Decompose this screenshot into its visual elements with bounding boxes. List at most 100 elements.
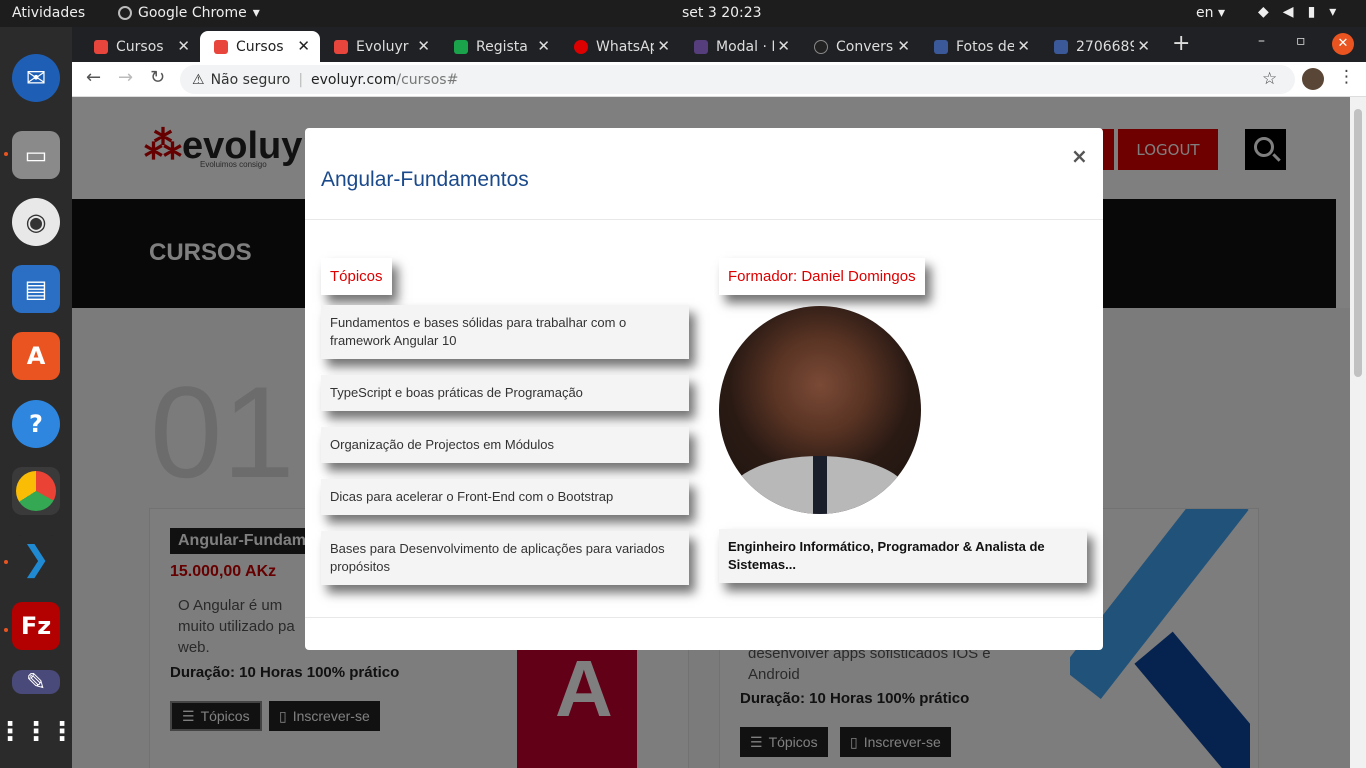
facebook-icon xyxy=(934,39,948,54)
chrome-icon[interactable] xyxy=(12,467,60,515)
browser-toolbar: ← → ↻ ⚠ Não seguro | evoluyr.com/cursos#… xyxy=(72,62,1366,97)
new-tab-button[interactable]: + xyxy=(1172,31,1190,56)
chrome-app-icon xyxy=(118,6,132,20)
tab-label: Convers xyxy=(836,38,894,55)
trainer-heading: Formador: Daniel Domingos xyxy=(719,258,925,295)
close-icon[interactable]: ✕ xyxy=(177,37,190,55)
tab-convers[interactable]: Convers ✕ xyxy=(800,31,920,62)
chevron-down-icon: ▾ xyxy=(252,5,260,21)
topic-item: Fundamentos e bases sólidas para trabalh… xyxy=(321,305,689,359)
reload-button[interactable]: ↻ xyxy=(150,67,165,88)
volume-icon: ◀ xyxy=(1282,4,1294,20)
tab-label: 2706689 xyxy=(1076,38,1134,55)
scrollbar-thumb[interactable] xyxy=(1354,109,1362,377)
vscode-icon[interactable]: ❯ xyxy=(12,535,60,583)
bootstrap-icon xyxy=(694,39,708,54)
rhythmbox-icon[interactable]: ◉ xyxy=(12,198,60,246)
warning-icon: ⚠ xyxy=(192,71,205,88)
show-apps-icon[interactable]: ⋮⋮⋮ xyxy=(0,708,75,756)
topic-item: Dicas para acelerar o Front-End com o Bo… xyxy=(321,479,689,515)
app-menu[interactable]: Google Chrome ▾ xyxy=(118,5,260,21)
filezilla-icon[interactable]: Fz xyxy=(12,602,60,650)
url-host: evoluyr.com xyxy=(311,71,397,88)
writer-icon[interactable]: ▤ xyxy=(12,265,60,313)
tab-evoluyr[interactable]: Evoluyr ✕ xyxy=(320,31,440,62)
trainer-photo xyxy=(719,306,921,514)
close-icon[interactable]: ✕ xyxy=(417,37,430,55)
maximize-button[interactable]: ▫ xyxy=(1296,33,1306,49)
topic-item: TypeScript e boas práticas de Programaçã… xyxy=(321,375,689,411)
text-editor-icon[interactable]: ✎ xyxy=(12,668,60,696)
close-icon[interactable]: ✕ xyxy=(657,37,670,55)
back-button[interactable]: ← xyxy=(86,67,101,88)
help-icon[interactable]: ? xyxy=(12,400,60,448)
profile-avatar[interactable] xyxy=(1302,68,1324,90)
tab-label: Regista xyxy=(476,38,528,55)
tab-fotos[interactable]: Fotos de ✕ xyxy=(920,31,1040,62)
close-icon[interactable]: ✕ xyxy=(1137,37,1150,55)
system-top-bar: Atividades Google Chrome ▾ set 3 20:23 e… xyxy=(0,0,1366,27)
dock: ✉ ▭ ◉ ▤ A ? ❯ Fz ✎ ⋮⋮⋮ xyxy=(0,27,75,768)
favicon-icon xyxy=(214,39,228,54)
close-icon[interactable]: ✕ xyxy=(297,37,310,55)
modal-footer-divider xyxy=(305,617,1103,618)
favicon-icon xyxy=(814,39,828,54)
topic-item: Bases para Desenvolvimento de aplicações… xyxy=(321,531,689,585)
trainer-bio: Enginheiro Informático, Programador & An… xyxy=(719,529,1087,583)
thunderbird-icon[interactable]: ✉ xyxy=(12,54,60,102)
files-icon[interactable]: ▭ xyxy=(12,131,60,179)
chevron-down-icon: ▾ xyxy=(1329,4,1337,20)
tab-regista[interactable]: Regista ✕ xyxy=(440,31,560,62)
clock[interactable]: set 3 20:23 xyxy=(682,5,762,21)
modal-header: Angular-Fundamentos × xyxy=(305,128,1103,220)
language-indicator[interactable]: en ▾ xyxy=(1196,5,1225,21)
system-menu[interactable]: ◆ ◀ ▮ ▾ xyxy=(1258,4,1336,20)
running-indicator xyxy=(4,628,8,632)
bookmark-star-icon[interactable]: ☆ xyxy=(1262,69,1277,89)
tab-label: Cursos xyxy=(236,38,284,55)
tab-cursos-active[interactable]: Cursos ✕ xyxy=(200,31,320,62)
language-label: en xyxy=(1196,5,1214,21)
url-path: /cursos# xyxy=(396,71,459,88)
close-icon[interactable]: ✕ xyxy=(1017,37,1030,55)
tab-modal[interactable]: Modal · B ✕ xyxy=(680,31,800,62)
app-name: Google Chrome xyxy=(138,5,247,21)
tab-whatsapp[interactable]: WhatsAp ✕ xyxy=(560,31,680,62)
window-close-button[interactable]: ✕ xyxy=(1332,33,1354,55)
running-indicator xyxy=(4,560,8,564)
page-scrollbar[interactable] xyxy=(1350,97,1366,768)
close-icon[interactable]: ✕ xyxy=(777,37,790,55)
photo-tie xyxy=(813,456,827,514)
security-label: Não seguro xyxy=(210,71,291,88)
favicon-icon xyxy=(94,39,108,54)
tab-facebook-photo[interactable]: 2706689 ✕ xyxy=(1040,31,1160,62)
tab-cursos-1[interactable]: Cursos ✕ xyxy=(80,31,200,62)
minimize-button[interactable]: – xyxy=(1258,33,1265,49)
close-icon[interactable]: ✕ xyxy=(897,37,910,55)
tab-label: Evoluyr xyxy=(356,38,409,55)
topics-heading: Tópicos xyxy=(321,258,392,295)
tab-label: Cursos xyxy=(116,38,164,55)
running-indicator xyxy=(4,152,8,156)
activities-button[interactable]: Atividades xyxy=(12,5,85,21)
tab-strip: Cursos ✕ Cursos ✕ Evoluyr ✕ Regista ✕ Wh… xyxy=(72,27,1366,62)
close-icon[interactable]: × xyxy=(1071,144,1088,168)
favicon-icon xyxy=(454,39,468,54)
favicon-icon xyxy=(334,39,348,54)
topic-item: Organização de Projectos em Módulos xyxy=(321,427,689,463)
forward-button[interactable]: → xyxy=(118,67,133,88)
address-bar[interactable]: ⚠ Não seguro | evoluyr.com/cursos# xyxy=(180,65,1295,94)
battery-icon: ▮ xyxy=(1307,4,1316,20)
wifi-icon: ◆ xyxy=(1258,4,1269,20)
modal-title: Angular-Fundamentos xyxy=(321,168,529,191)
facebook-icon xyxy=(1054,39,1068,54)
tab-label: Fotos de xyxy=(956,38,1014,55)
divider: | xyxy=(298,71,304,88)
software-center-icon[interactable]: A xyxy=(12,332,60,380)
course-topics-modal: Angular-Fundamentos × Tópicos Formador: … xyxy=(305,128,1103,650)
page-viewport: ⁂evoluyr Evoluimos consigo LOGOUT CURSOS… xyxy=(72,97,1350,768)
kebab-menu-icon[interactable]: ⋮ xyxy=(1338,67,1355,87)
tab-label: WhatsAp xyxy=(596,38,654,55)
close-icon[interactable]: ✕ xyxy=(537,37,550,55)
tab-label: Modal · B xyxy=(716,38,774,55)
